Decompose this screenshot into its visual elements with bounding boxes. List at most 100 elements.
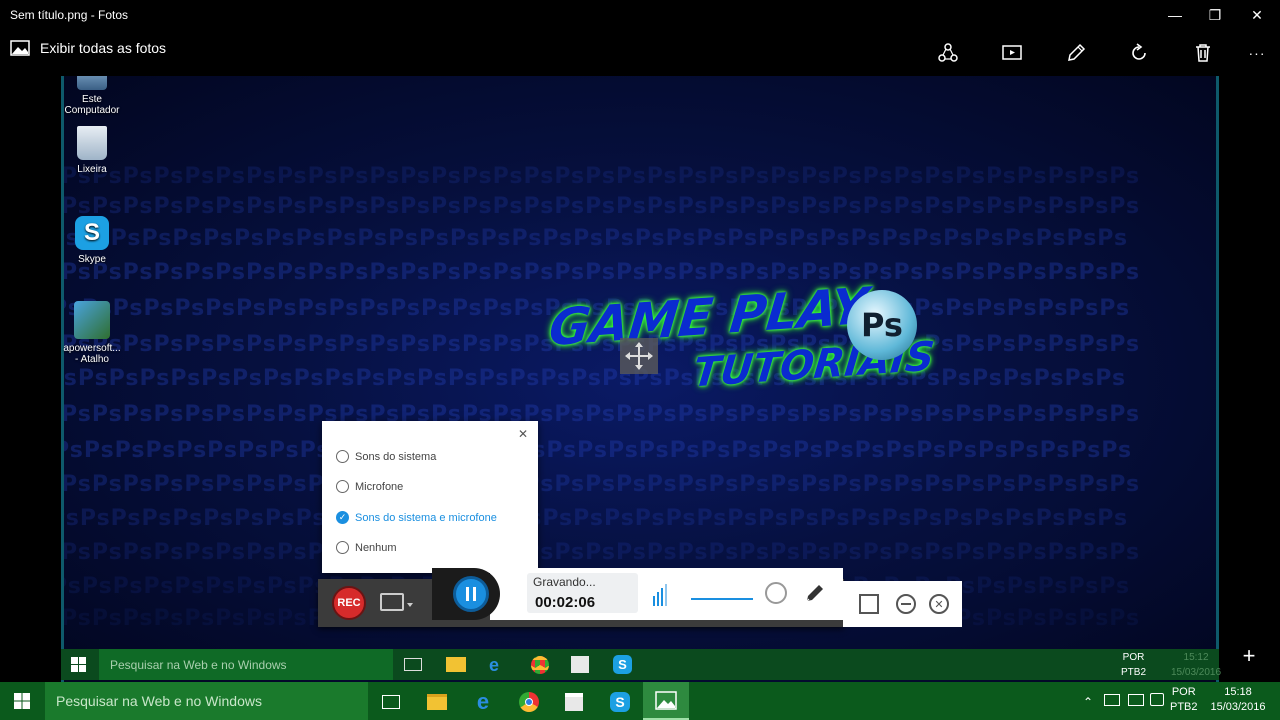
radio-icon[interactable] [336,480,349,493]
apowersoft-icon [74,301,110,339]
chrome-icon [519,692,539,712]
close-button[interactable]: ✕ [1234,0,1280,30]
photos-taskbar-button[interactable] [643,682,689,720]
popup-close-button[interactable]: ✕ [518,427,528,441]
pause-icon [466,587,476,601]
desktop-icon-skype: S Skype [61,216,123,265]
captured-chrome-icon [531,656,549,674]
option-none[interactable]: Nenhum [336,541,397,554]
desktop-icon-label: Este [81,94,102,105]
delete-button[interactable] [1190,40,1216,66]
desktop-icon-label: Computador [64,105,120,116]
task-view-icon [382,695,400,709]
option-label: Microfone [355,480,404,493]
captured-search-box: Pesquisar na Web e no Windows [99,649,393,680]
window-titlebar: Sem título.png - Fotos — ❐ ✕ [0,0,1280,30]
show-all-photos-button[interactable]: Exibir todas as fotos [10,40,166,56]
folder-icon [427,694,447,710]
desktop-icon-label: Skype [78,254,106,265]
edge-button[interactable]: e [472,689,494,714]
pattern-row: PsPsPsPsPsPsPsPsPsPsPsPsPsPsPsPsPsPsPsPs… [61,506,1129,531]
captured-folder-icon [446,657,466,672]
option-label: Sons do sistema [355,450,437,463]
taskbar-search-placeholder: Pesquisar na Web e no Windows [56,693,262,709]
clock-date: 15/03/2016 [1210,701,1266,713]
captured-edge-icon: e [489,655,500,675]
captured-task-view-icon [404,658,422,671]
skype-icon: S [610,692,630,712]
option-system-sounds[interactable]: Sons do sistema [336,450,436,463]
windows-icon [14,693,30,709]
webcam-icon[interactable] [765,582,787,604]
option-microphone[interactable]: Microfone [336,480,403,493]
slideshow-button[interactable] [999,40,1025,66]
computer-icon [77,76,107,90]
toolbox-icon[interactable] [859,594,879,614]
move-handle[interactable] [620,338,658,374]
captured-date: 15/03/2016 [1171,667,1222,678]
radio-icon[interactable] [336,450,349,463]
checked-radio-icon[interactable]: ✓ [336,511,349,524]
photo-icon [10,40,30,56]
trash-icon [1196,44,1210,62]
option-system-and-microphone[interactable]: ✓ Sons do sistema e microfone [336,511,497,524]
skype-button[interactable]: S [609,691,631,713]
radio-icon[interactable] [336,541,349,554]
pattern-row: PsPsPsPsPsPsPsPsPsPsPsPsPsPsPsPsPsPsPsPs… [61,164,1141,189]
pattern-row: PsPsPsPsPsPsPsPsPsPsPsPsPsPsPsPsPsPsPsPs… [61,260,1141,285]
share-button[interactable] [935,40,961,66]
file-explorer-button[interactable] [426,691,448,713]
captured-time: 15:12 [1183,652,1209,663]
minimize-recorder-button[interactable] [896,594,916,614]
maximize-button[interactable]: ❐ [1192,0,1238,30]
rotate-button[interactable] [1126,40,1152,66]
pattern-row: PsPsPsPsPsPsPsPsPsPsPsPsPsPsPsPsPsPsPsPs… [61,194,1141,219]
network-icon[interactable] [1104,694,1120,706]
recorder-extra-panel: ✕ [843,581,962,627]
screen-mode-button[interactable] [380,593,404,611]
more-options-button[interactable]: ··· [1244,40,1270,66]
store-icon [565,693,583,711]
close-circle-icon: ✕ [934,598,944,611]
edit-button[interactable] [1063,40,1089,66]
screen-mode-dropdown-icon[interactable] [407,603,413,607]
desktop-icon-apowersoft: apowersoft... - Atalho [61,301,123,365]
captured-language: POR PTB2 [1121,650,1146,680]
pattern-row: PsPsPsPsPsPsPsPsPsPsPsPsPsPsPsPsPsPsPsPs… [61,402,1141,427]
share-icon [938,43,958,62]
clock-time: 15:18 [1224,686,1252,698]
rotate-icon [1132,43,1146,60]
annotate-button[interactable] [803,581,827,610]
language-indicator[interactable]: POR PTB2 [1170,685,1198,715]
zoom-in-button[interactable]: + [1236,644,1262,670]
pattern-row: PsPsPsPsPsPsPsPsPsPsPsPsPsPsPsPsPsPsPsPs… [61,438,1133,463]
pause-button[interactable] [453,576,489,612]
display-icon[interactable] [1128,694,1144,706]
task-view-button[interactable] [380,691,402,713]
notifications-icon[interactable] [1150,693,1164,706]
store-button[interactable] [563,691,585,713]
taskbar-clock[interactable]: 15:18 15/03/2016 [1210,685,1266,715]
desktop-icon-recycle-bin: Lixeira [61,126,123,175]
minus-icon [901,603,911,605]
stop-recording-button[interactable]: ✕ [929,594,949,614]
pencil-icon [1068,43,1086,61]
slideshow-icon [1002,45,1022,60]
volume-slider[interactable] [691,598,753,600]
captured-skype-icon: S [613,655,632,674]
show-hidden-icons-button[interactable]: ⌃ [1083,695,1093,709]
photos-icon [655,691,677,710]
pen-icon [806,585,823,602]
captured-taskbar: Pesquisar na Web e no Windows e S POR PT… [61,649,1222,680]
move-icon [625,342,653,370]
taskbar-search-box[interactable]: Pesquisar na Web e no Windows [45,682,368,720]
edge-icon: e [476,689,490,714]
audio-level-icon[interactable] [653,584,671,611]
photos-toolbar: Exibir todas as fotos ··· [0,30,1280,76]
window-title: Sem título.png - Fotos [10,8,129,22]
option-label: Sons do sistema e microfone [355,511,497,524]
start-button[interactable] [14,693,30,714]
rec-button[interactable]: REC [332,586,366,620]
option-label: Nenhum [355,541,397,554]
chrome-button[interactable] [518,691,540,713]
